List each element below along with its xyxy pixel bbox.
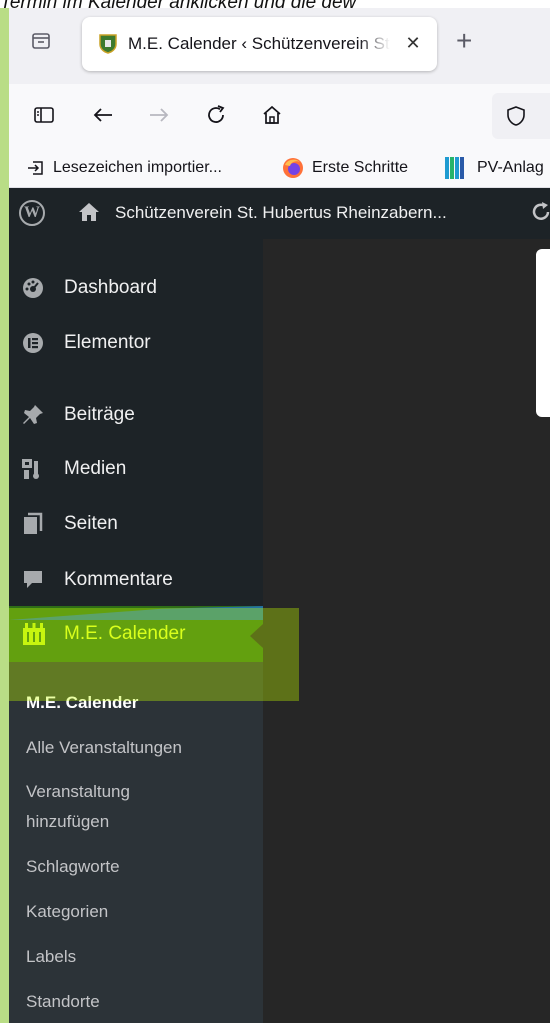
- dashboard-icon: [21, 276, 45, 300]
- sidebar-item-medien[interactable]: Medien: [9, 446, 263, 490]
- browser-window: M.E. Calender ‹ Schützenverein St. Huber…: [9, 8, 550, 1023]
- submenu-item-kategorien[interactable]: Kategorien: [26, 897, 108, 927]
- pin-icon: [21, 403, 45, 427]
- submenu-item-veranstaltung[interactable]: Veranstaltung: [26, 777, 130, 807]
- tab-list-icon[interactable]: [26, 26, 56, 56]
- tab-bar: M.E. Calender ‹ Schützenverein St. Huber…: [9, 8, 550, 84]
- tab-title: M.E. Calender ‹ Schützenverein St. Huber…: [128, 34, 390, 53]
- bookmark-label: Erste Schritte: [312, 159, 409, 176]
- sidebar-item-label: Medien: [64, 458, 127, 479]
- pages-icon: [21, 512, 45, 536]
- main-content: [263, 239, 550, 1023]
- sidebar-item-kommentare[interactable]: Kommentare: [9, 557, 263, 601]
- sidebar-item-dashboard[interactable]: Dashboard: [9, 265, 263, 309]
- popup-panel: [536, 249, 550, 417]
- bookmark-label: Lesezeichen importier...: [53, 159, 222, 176]
- bookmarks-toolbar: Lesezeichen importier... Erste Schritte …: [9, 148, 550, 188]
- bookmark-label: PV-Anlag: [477, 159, 544, 176]
- navigation-bar: [9, 84, 550, 148]
- firefox-icon: [282, 157, 304, 179]
- active-tab[interactable]: M.E. Calender ‹ Schützenverein St. Huber…: [82, 17, 437, 71]
- calendar-submenu: M.E. Calender Alle Veranstaltungen Veran…: [9, 662, 263, 1023]
- submenu-item-labels[interactable]: Labels: [26, 942, 76, 972]
- site-favicon-icon: [99, 34, 117, 54]
- wordpress-logo-icon[interactable]: W: [19, 200, 45, 226]
- close-tab-icon[interactable]: ✕: [400, 30, 426, 56]
- document-caption: Termin im Kalender anklicken und die gew: [0, 0, 550, 8]
- sidebar-item-label: Dashboard: [64, 277, 157, 298]
- sidebar-item-label: Kommentare: [64, 569, 173, 590]
- elementor-icon: [21, 331, 45, 355]
- home-icon[interactable]: [78, 202, 100, 227]
- sidebar-item-label: Elementor: [64, 332, 151, 353]
- wp-admin-bar: W Schützenverein St. Hubertus Rheinzaber…: [9, 188, 550, 239]
- bookmark-erste-schritte[interactable]: Erste Schritte: [282, 155, 408, 181]
- url-bar[interactable]: [492, 93, 550, 139]
- updates-icon[interactable]: [530, 200, 550, 230]
- shield-icon[interactable]: [506, 105, 526, 132]
- bookmark-pv-anlage[interactable]: PV-Anlag: [445, 155, 544, 181]
- new-tab-button[interactable]: +: [456, 27, 472, 55]
- media-icon: [21, 457, 45, 481]
- sidebar-item-label: Seiten: [64, 513, 118, 534]
- sidebar-item-label: Beiträge: [64, 404, 135, 425]
- submenu-item-hinzufuegen[interactable]: hinzufügen: [26, 807, 109, 837]
- submenu-item-schlagworte[interactable]: Schlagworte: [26, 852, 120, 882]
- sidebar-toggle-icon[interactable]: [29, 100, 59, 130]
- forward-arrow-icon[interactable]: [144, 100, 174, 130]
- pv-chart-icon: [445, 157, 469, 179]
- site-name-link[interactable]: Schützenverein St. Hubertus Rheinzabern.…: [115, 203, 447, 223]
- reload-icon[interactable]: [201, 100, 231, 130]
- sidebar-item-seiten[interactable]: Seiten: [9, 501, 263, 545]
- comments-icon: [21, 568, 45, 592]
- marker-highlight: [9, 608, 299, 701]
- back-arrow-icon[interactable]: [88, 100, 118, 130]
- submenu-item-standorte[interactable]: Standorte: [26, 987, 100, 1017]
- sidebar-item-beitraege[interactable]: Beiträge: [9, 392, 263, 436]
- submenu-item-alle-veranstaltungen[interactable]: Alle Veranstaltungen: [26, 733, 182, 763]
- import-icon: [27, 159, 45, 177]
- sidebar-item-elementor[interactable]: Elementor: [9, 320, 263, 364]
- bookmark-import[interactable]: Lesezeichen importier...: [27, 155, 222, 181]
- home-icon[interactable]: [257, 100, 287, 130]
